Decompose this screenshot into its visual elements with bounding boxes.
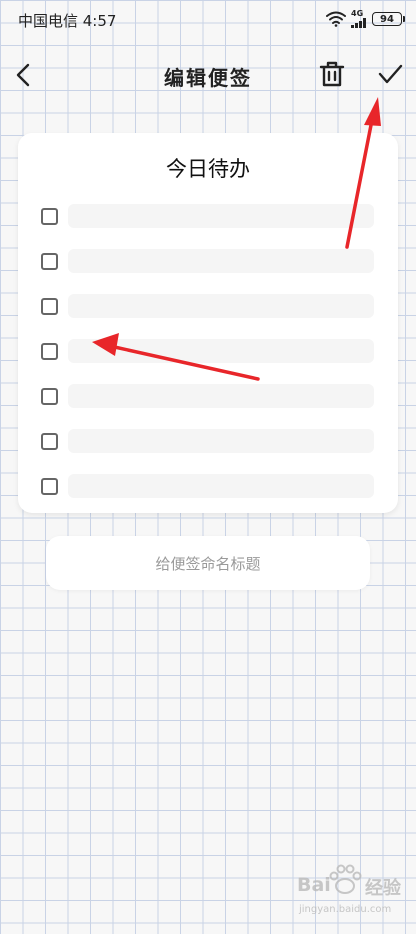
delete-button[interactable] — [317, 59, 347, 89]
chevron-left-icon — [16, 63, 30, 87]
todo-item — [18, 290, 398, 335]
confirm-button[interactable] — [376, 60, 406, 90]
back-button[interactable] — [10, 60, 40, 90]
todo-text-input[interactable] — [68, 249, 374, 273]
todo-text-input[interactable] — [68, 429, 374, 453]
network-type: 4G — [351, 9, 364, 18]
note-title[interactable]: 今日待办 — [18, 153, 398, 183]
todo-checkbox[interactable] — [41, 388, 58, 405]
todo-item — [18, 200, 398, 245]
status-bar: 中国电信 4:57 4G 94 — [0, 0, 416, 38]
wifi-icon — [326, 11, 346, 27]
page-title: 编辑便签 — [164, 66, 252, 90]
top-bar: 编辑便签 — [0, 52, 416, 98]
note-card: 今日待办 — [18, 133, 398, 513]
check-icon — [378, 64, 403, 84]
todo-item — [18, 470, 398, 515]
status-icons: 4G 94 — [326, 9, 405, 29]
watermark-suffix: 经验 — [365, 878, 401, 899]
todo-item — [18, 335, 398, 380]
todo-text-input[interactable] — [68, 474, 374, 498]
watermark-url: jingyan.baidu.com — [299, 904, 392, 915]
watermark-brand: Bai — [297, 874, 331, 896]
trash-icon — [319, 61, 345, 87]
note-name-input[interactable]: 给便签命名标题 — [46, 536, 370, 590]
todo-checkbox[interactable] — [41, 253, 58, 270]
signal-icon — [351, 18, 366, 28]
todo-item — [18, 380, 398, 425]
todo-list — [18, 200, 398, 515]
todo-text-input[interactable] — [68, 339, 374, 363]
todo-checkbox[interactable] — [41, 478, 58, 495]
todo-item — [18, 425, 398, 470]
paw-logo-icon — [329, 864, 362, 894]
todo-checkbox[interactable] — [41, 433, 58, 450]
todo-text-input[interactable] — [68, 384, 374, 408]
cellular-indicator: 4G — [351, 10, 367, 28]
todo-text-input[interactable] — [68, 204, 374, 228]
battery-level: 94 — [380, 13, 394, 25]
todo-text-input[interactable] — [68, 294, 374, 318]
carrier-time: 中国电信 4:57 — [18, 12, 117, 30]
todo-item — [18, 245, 398, 290]
todo-checkbox[interactable] — [41, 343, 58, 360]
battery-icon: 94 — [372, 12, 405, 26]
todo-checkbox[interactable] — [41, 208, 58, 225]
baidu-watermark: Bai 经验 jingyan.baidu.com — [295, 862, 410, 922]
todo-checkbox[interactable] — [41, 298, 58, 315]
